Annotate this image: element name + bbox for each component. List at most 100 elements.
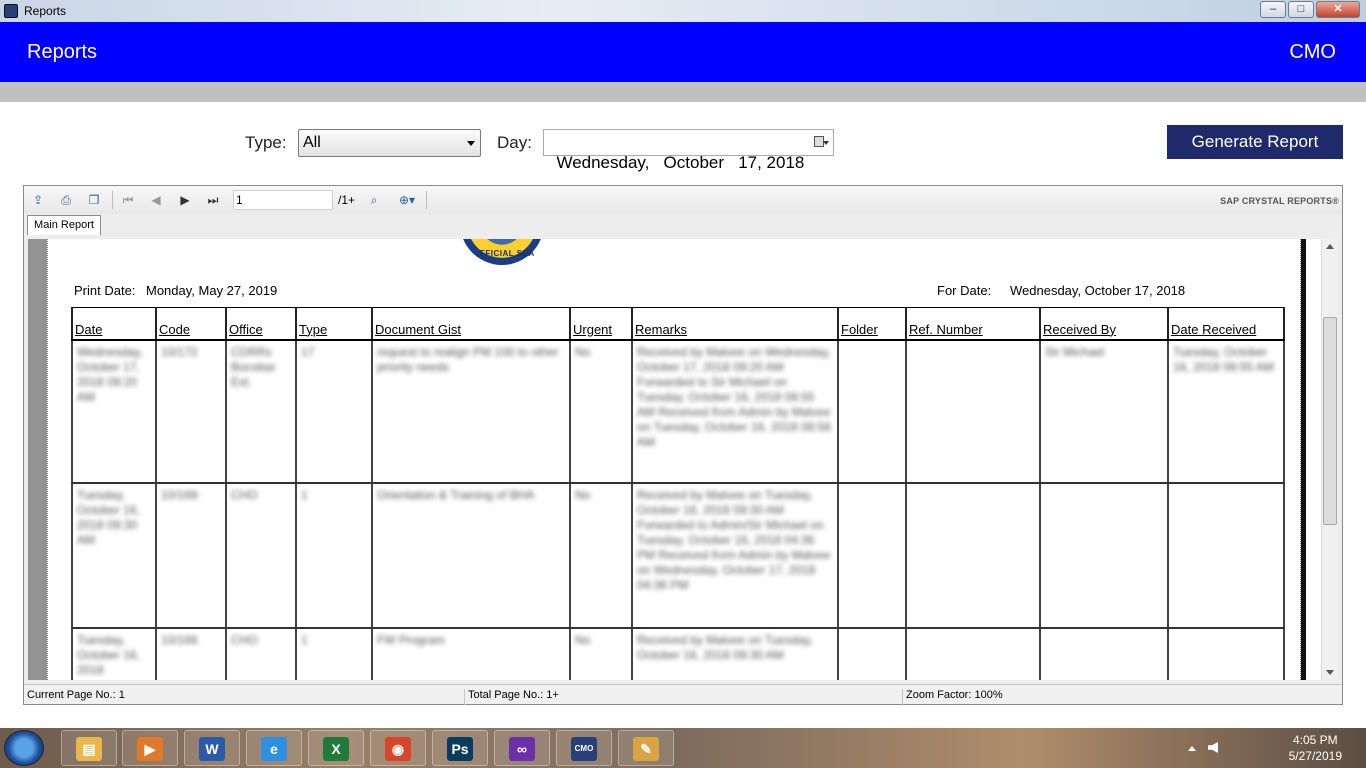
column-header: Document Gist	[371, 307, 571, 341]
app-header: Reports CMO	[0, 22, 1366, 82]
table-header-row: Date Code Office Type Document Gist Urge…	[71, 307, 1285, 341]
chrome-icon: ◉	[385, 737, 411, 761]
start-button[interactable]	[4, 730, 44, 766]
next-page-icon[interactable]: ▶	[177, 193, 193, 207]
report-page: FFICIAL SEA Print Date: Monday, May 27, …	[47, 239, 1301, 680]
tab-main-report[interactable]: Main Report	[27, 215, 101, 235]
table-cell: 10/172	[155, 339, 227, 484]
minimize-button[interactable]: –	[1260, 1, 1286, 18]
taskbar-app-word[interactable]: W	[184, 730, 240, 766]
taskbar-app-chrome[interactable]: ◉	[370, 730, 426, 766]
taskbar-app-visual-studio[interactable]: ∞	[494, 730, 550, 766]
vertical-scrollbar[interactable]	[1321, 239, 1338, 680]
print-icon[interactable]: ⎙	[58, 193, 74, 207]
table-cell	[837, 339, 907, 484]
taskbar-app-media-player[interactable]: ▶	[122, 730, 178, 766]
day-datepicker[interactable]: Wednesday, October 17, 2018	[543, 129, 834, 172]
report-canvas[interactable]: FFICIAL SEA Print Date: Monday, May 27, …	[28, 239, 1321, 680]
total-page-status: Total Page No.: 1+	[468, 689, 559, 701]
export-icon[interactable]: ⇪	[30, 193, 46, 207]
header-divider	[0, 82, 1366, 102]
column-header: Urgent	[569, 307, 633, 341]
page-number-input[interactable]: 1	[233, 190, 333, 210]
generate-report-button[interactable]: Generate Report	[1167, 125, 1343, 159]
table-cell: 10/166	[155, 627, 227, 680]
viewer-toolbar: ⇪ ⎙ ❐ ⏮ ◀ ▶ ⏭ 1 /1+ ⌕ ⊕▾ SAP CRYSTAL REP…	[24, 186, 1342, 214]
toolbar-separator	[112, 191, 113, 209]
speaker-icon[interactable]	[1208, 742, 1218, 753]
taskbar-app-excel[interactable]: X	[308, 730, 364, 766]
window-title: Reports	[24, 4, 67, 18]
table-cell: Received by Malvee on Wednesday, October…	[631, 339, 839, 484]
type-select[interactable]: All	[298, 129, 481, 157]
viewer-statusbar: Current Page No.: 1 Total Page No.: 1+ Z…	[24, 684, 1342, 705]
window-controls: – □ ✕	[1260, 1, 1360, 18]
taskbar-app-photoshop[interactable]: Ps	[432, 730, 488, 766]
report-table: Date Code Office Type Document Gist Urge…	[71, 307, 1285, 680]
taskbar-app-explorer[interactable]: ▤	[61, 730, 117, 766]
prev-page-icon[interactable]: ◀	[148, 193, 164, 207]
table-cell: 1	[295, 482, 373, 629]
scroll-up-icon[interactable]	[1326, 244, 1334, 249]
table-cell: No	[569, 339, 633, 484]
day-value: Wednesday, October 17, 2018	[556, 153, 805, 172]
chevron-down-icon	[823, 141, 829, 145]
table-row: Tuesday, October 16, 2018 10/166 CHO 1 F…	[71, 627, 1285, 680]
maximize-button[interactable]: □	[1288, 1, 1314, 18]
close-button[interactable]: ✕	[1316, 1, 1360, 18]
table-cell: Received by Malvee on Tuesday, October 1…	[631, 627, 839, 680]
table-cell: CDRRs Bocobar Ext.	[225, 339, 297, 484]
canvas-margin	[28, 239, 47, 680]
clock-date: 5/27/2019	[1288, 749, 1342, 763]
table-cell	[1167, 627, 1285, 680]
taskbar-app-internet-explorer[interactable]: e	[246, 730, 302, 766]
column-header: Remarks	[631, 307, 839, 341]
toolbar-separator	[426, 191, 427, 209]
first-page-icon[interactable]: ⏮	[120, 193, 136, 207]
word-icon: W	[199, 737, 225, 761]
last-page-icon[interactable]: ⏭	[205, 193, 221, 207]
table-cell: 17	[295, 339, 373, 484]
copy-icon[interactable]: ❐	[86, 193, 102, 207]
media-player-icon: ▶	[137, 737, 163, 761]
page-title: Reports	[27, 41, 98, 63]
type-label: Type:	[245, 133, 287, 152]
table-cell: request to realign PM 100 to other prior…	[371, 339, 571, 484]
sap-crystal-logo: SAP CRYSTAL REPORTS®	[1220, 196, 1339, 206]
tray-expand-icon[interactable]	[1188, 746, 1196, 751]
taskbar-app-paint[interactable]: ✎	[618, 730, 674, 766]
seal-text: FFICIAL SEA	[480, 249, 535, 258]
table-cell: Orientation & Training of BHA	[371, 482, 571, 629]
table-row: Tuesday, October 16, 2018 09:30 AM 10/16…	[71, 482, 1285, 629]
table-cell: No	[569, 482, 633, 629]
visual-studio-icon: ∞	[509, 737, 535, 761]
column-header: Date Received	[1167, 307, 1285, 341]
system-clock[interactable]: 4:05 PM 5/27/2019	[1289, 732, 1342, 764]
table-cell: No	[569, 627, 633, 680]
table-cell: Tuesday, October 16, 2018 09:30 AM	[71, 482, 157, 629]
table-cell	[905, 627, 1041, 680]
table-cell: Sir Michael	[1039, 339, 1169, 484]
table-cell: 1	[295, 627, 373, 680]
find-icon[interactable]: ⌕	[366, 193, 382, 207]
type-select-value: All	[303, 134, 321, 151]
for-date-label: For Date:	[937, 283, 992, 298]
column-header: Received By	[1039, 307, 1169, 341]
scroll-thumb[interactable]	[1323, 317, 1337, 525]
canvas-margin	[1301, 239, 1321, 680]
status-separator	[902, 689, 903, 705]
print-date-label: Print Date:	[74, 283, 136, 298]
table-cell: CHO	[225, 482, 297, 629]
table-cell: Tuesday, October 16, 2018 08:55 AM	[1167, 339, 1285, 484]
windows-taskbar: ▤ ▶ We X ◉ Ps ∞ CMO ✎ 4:05 PM 5/27/2019	[0, 728, 1366, 768]
table-cell	[1039, 627, 1169, 680]
paint-icon: ✎	[633, 737, 659, 761]
status-separator	[464, 689, 465, 705]
table-cell: FW Program	[371, 627, 571, 680]
zoom-icon[interactable]: ⊕▾	[394, 193, 420, 207]
taskbar-app-cmo-app[interactable]: CMO	[556, 730, 612, 766]
table-cell: CHO	[225, 627, 297, 680]
window-titlebar: Reports – □ ✕	[0, 0, 1366, 22]
column-header: Date	[71, 307, 157, 341]
scroll-down-icon[interactable]	[1326, 670, 1334, 675]
